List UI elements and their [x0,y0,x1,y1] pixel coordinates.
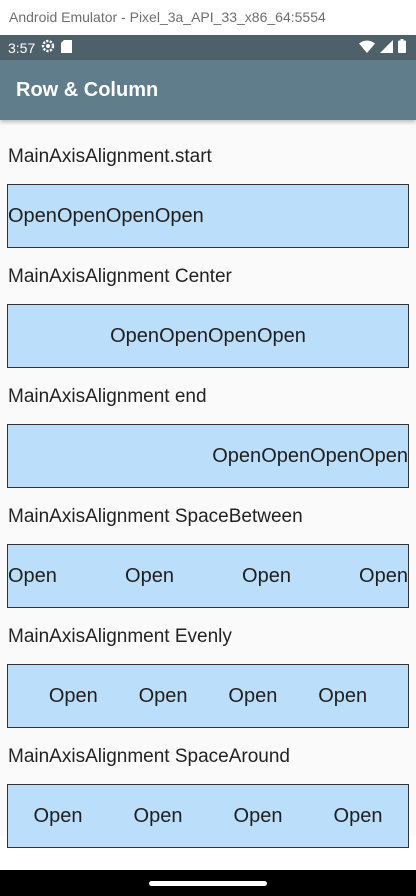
navigation-bar [0,870,416,896]
emulator-window-title: Android Emulator - Pixel_3a_API_33_x86_6… [0,0,416,35]
section-label-start: MainAxisAlignment.start [8,146,212,167]
section-label-center: MainAxisAlignment Center [8,266,232,287]
open-item: Open [310,444,360,467]
content-area: MainAxisAlignment.start Open Open Open O… [0,120,416,848]
app-title: Row & Column [16,78,159,101]
open-item: Open [133,804,183,827]
row-space-around: Open Open Open Open [7,784,409,848]
section-label-space-around: MainAxisAlignment SpaceAround [8,746,290,767]
row-end: Open Open Open Open [7,424,409,488]
open-item: Open [105,204,155,227]
row-center: Open Open Open Open [7,304,409,368]
open-item: Open [110,324,160,347]
settings-icon [41,39,55,56]
open-item: Open [154,204,204,227]
open-item: Open [48,684,98,707]
open-item: Open [208,324,257,347]
open-item: Open [233,804,283,827]
open-item: Open [33,804,83,827]
status-bar: 3:57 [0,35,416,60]
open-item: Open [56,204,106,227]
open-item: Open [212,444,262,467]
open-item: Open [359,444,408,467]
open-item: Open [242,564,291,587]
open-item: Open [8,204,57,227]
battery-icon [398,39,406,56]
section-label-end: MainAxisAlignment end [8,386,207,407]
open-item: Open [256,324,306,347]
section-label-space-between: MainAxisAlignment SpaceBetween [8,506,303,527]
home-gesture-handle[interactable] [149,880,267,886]
open-item: Open [318,684,368,707]
open-item: Open [8,564,57,587]
app-bar: Row & Column [0,60,416,120]
signal-icon [380,39,393,56]
open-item: Open [359,564,408,587]
open-item: Open [159,324,208,347]
section-label-evenly: MainAxisAlignment Evenly [8,626,232,647]
row-start: Open Open Open Open [7,184,409,248]
row-space-between: Open Open Open Open [7,544,409,608]
status-time: 3:57 [8,39,36,56]
wifi-icon [359,40,375,56]
row-space-evenly: Open Open Open Open [7,664,409,728]
open-item: Open [261,444,311,467]
open-item: Open [228,684,278,707]
open-item: Open [125,564,174,587]
open-item: Open [138,684,188,707]
sd-card-icon [61,39,73,56]
open-item: Open [333,804,383,827]
